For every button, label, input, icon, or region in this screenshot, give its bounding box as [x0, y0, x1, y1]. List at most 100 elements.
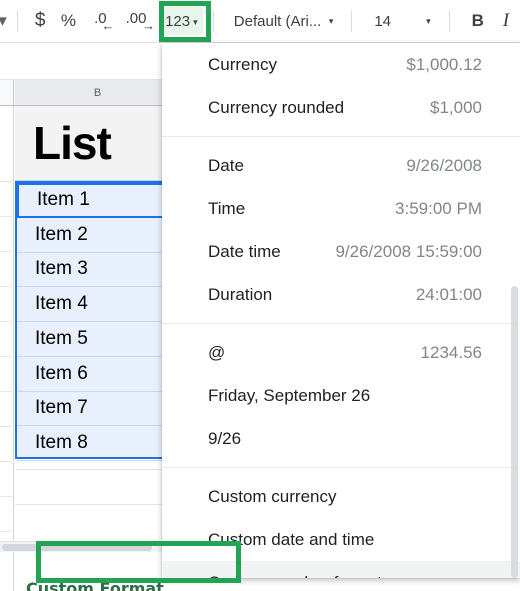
- cell-value: Item 6: [35, 362, 88, 384]
- menu-item-currency[interactable]: Currency $1,000.12: [162, 43, 520, 86]
- formula-bar-area: [0, 44, 180, 80]
- cell-b7[interactable]: Item 6: [17, 357, 180, 392]
- menu-item-date-time[interactable]: Date time 9/26/2008 15:59:00: [162, 230, 520, 273]
- cell-b2[interactable]: Item 1: [17, 183, 180, 218]
- more-formats-button[interactable]: 123 ▾: [159, 7, 204, 35]
- menu-item-custom-date-and-time[interactable]: Custom date and time: [162, 518, 520, 561]
- menu-item-label: Custom number format: [208, 573, 382, 579]
- menu-item-date[interactable]: Date 9/26/2008: [162, 144, 520, 187]
- currency-format-button[interactable]: $: [26, 5, 54, 37]
- row-divider: [0, 391, 14, 392]
- toolbar-divider-2: [212, 10, 214, 32]
- menu-item-9-26[interactable]: 9/26: [162, 417, 520, 460]
- cell-b9[interactable]: Item 8: [17, 426, 180, 461]
- menu-scrollbar-thumb[interactable]: [511, 286, 518, 578]
- increase-decimal-button[interactable]: .00 →: [118, 5, 156, 37]
- menu-item-custom-currency[interactable]: Custom currency: [162, 475, 520, 518]
- menu-item-sample: $1,000: [430, 97, 482, 117]
- toolbar-divider-3: [351, 10, 353, 32]
- menu-item-sample: 9/26/2008 15:59:00: [335, 241, 482, 261]
- increase-decimal-arrow-icon: →: [142, 18, 156, 33]
- chevron-down-icon: ▾: [328, 15, 334, 26]
- toolbar-divider: [17, 10, 19, 32]
- cell-range-selection[interactable]: Item 1 Item 2 Item 3 Item 4 Item 5 Item 6 Item…: [15, 181, 180, 461]
- chevron-down-icon: ▾: [426, 15, 431, 26]
- cell-value: Item 3: [35, 258, 88, 280]
- menu-item-sample: $1,000.12: [406, 54, 482, 74]
- toolbar-overflow-caret-icon[interactable]: ▾: [0, 5, 9, 37]
- column-header-row: B: [0, 80, 180, 106]
- row-divider: [0, 356, 14, 357]
- menu-item-time[interactable]: Time 3:59:00 PM: [162, 187, 520, 230]
- row-divider: [0, 531, 14, 532]
- spreadsheet-grid: B List Item 1 Item 2 Item 3 Item 4 Item 5 Ite…: [0, 44, 180, 591]
- percent-format-button[interactable]: %: [54, 5, 82, 37]
- font-size-value: 14: [374, 12, 392, 30]
- menu-item-label: Friday, September 26: [208, 385, 371, 405]
- custom-format-caption: Custom Format: [26, 579, 164, 591]
- menu-item-sample: 3:59:00 PM: [395, 198, 482, 218]
- menu-item-label: @: [208, 342, 226, 362]
- font-family-selector[interactable]: Default (Ari... ▾: [222, 5, 344, 37]
- column-header-b[interactable]: B: [15, 80, 180, 105]
- toolbar: ▾ $ % .0 ← .00 → 123 ▾ Default (Ari... ▾…: [0, 0, 520, 43]
- row-divider: [0, 496, 14, 497]
- cell-value: Item 8: [35, 432, 88, 454]
- row-divider: [0, 251, 14, 252]
- font-family-value: Default (Ari...: [233, 12, 322, 30]
- more-formats-label: 123: [165, 12, 191, 30]
- cell-value: Item 5: [35, 327, 88, 349]
- row-divider: [0, 426, 14, 427]
- menu-item-sample: 24:01:00: [415, 284, 482, 304]
- menu-item-duration[interactable]: Duration 24:01:00: [162, 273, 520, 316]
- row-divider: [0, 181, 14, 182]
- horizontal-scrollbar[interactable]: [0, 541, 180, 552]
- menu-item-[interactable]: @1234.56: [162, 331, 520, 374]
- menu-item-label: Currency rounded: [208, 97, 345, 117]
- menu-item-label: Time: [208, 198, 246, 218]
- menu-item-friday-september-26[interactable]: Friday, September 26: [162, 374, 520, 417]
- decrease-decimal-button[interactable]: .0 ←: [82, 5, 118, 37]
- cell-value: Item 1: [37, 189, 90, 211]
- horizontal-scrollbar-thumb[interactable]: [2, 544, 152, 551]
- menu-item-custom-number-format[interactable]: Custom number format: [162, 561, 520, 578]
- select-all-corner[interactable]: [0, 80, 14, 105]
- app-screenshot: ▾ $ % .0 ← .00 → 123 ▾ Default (Ari... ▾…: [0, 0, 520, 591]
- cell-value: Item 7: [35, 397, 88, 419]
- chevron-down-icon: ▾: [193, 16, 198, 27]
- number-format-dropdown-menu: Currency $1,000.12 Currency rounded $1,000 D…: [162, 43, 520, 578]
- italic-button[interactable]: I: [492, 5, 520, 37]
- cell-b8[interactable]: Item 7: [17, 392, 180, 427]
- cell-value: Item 4: [35, 293, 88, 315]
- bold-button[interactable]: B: [464, 5, 492, 37]
- menu-item-currency-rounded[interactable]: Currency rounded $1,000: [162, 86, 520, 129]
- menu-separator: [162, 467, 520, 468]
- menu-item-label: Currency: [208, 54, 277, 74]
- menu-separator: [162, 323, 520, 324]
- menu-item-label: 9/26: [208, 428, 242, 448]
- cell-b1-title[interactable]: List: [15, 106, 180, 181]
- row-divider: [0, 286, 14, 287]
- menu-item-label: Duration: [208, 284, 273, 304]
- menu-item-label: Custom currency: [208, 486, 337, 506]
- menu-item-label: Custom date and time: [208, 529, 375, 549]
- decrease-decimal-arrow-icon: ←: [101, 18, 115, 33]
- cell-value: Item 2: [35, 223, 88, 245]
- grid-line: [15, 504, 180, 505]
- menu-item-sample: 1234.56: [420, 342, 482, 362]
- font-size-selector[interactable]: 14 ▾: [360, 5, 440, 37]
- cell-b5[interactable]: Item 4: [17, 287, 180, 322]
- grid-line: [15, 469, 180, 470]
- menu-item-label: Date: [208, 155, 244, 175]
- cell-b6[interactable]: Item 5: [17, 322, 180, 357]
- number-format-button-wrapper: 123 ▾: [158, 0, 211, 43]
- menu-item-sample: 9/26/2008: [406, 155, 482, 175]
- cell-b3[interactable]: Item 2: [17, 218, 180, 253]
- menu-separator: [162, 136, 520, 137]
- toolbar-divider-4: [448, 10, 450, 32]
- row-divider: [0, 321, 14, 322]
- menu-item-label: Date time: [208, 241, 281, 261]
- cell-b4[interactable]: Item 3: [17, 253, 180, 288]
- row-divider: [0, 216, 14, 217]
- row-header-gutter: [0, 106, 14, 591]
